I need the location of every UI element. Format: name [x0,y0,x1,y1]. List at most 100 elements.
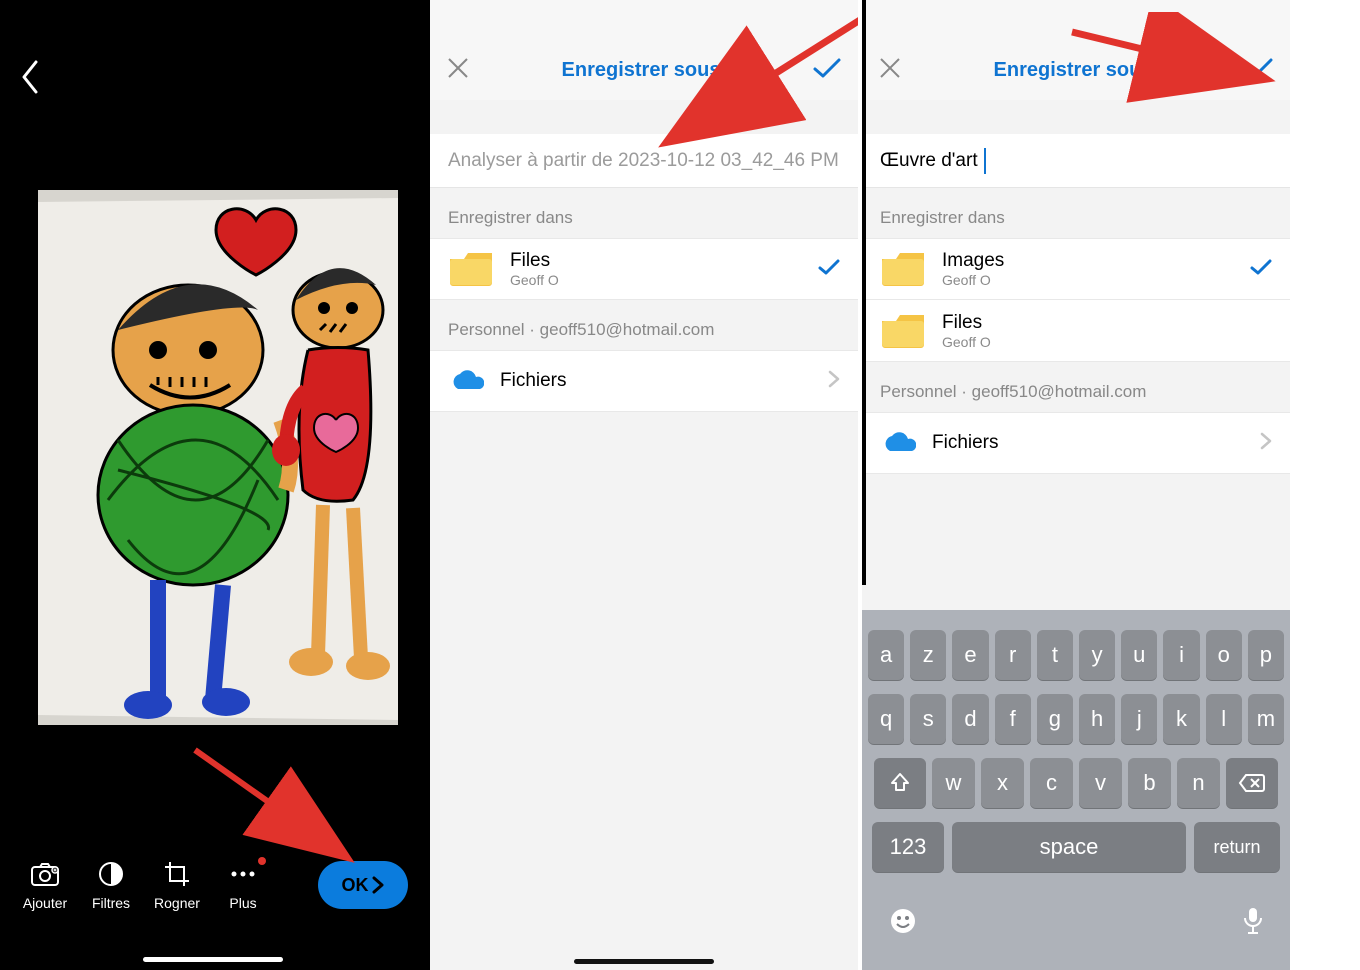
key-h[interactable]: h [1079,694,1115,744]
filename-value: Œuvre d'art [880,150,978,172]
filters-icon [96,859,126,889]
key-g[interactable]: g [1037,694,1073,744]
onedrive-icon [448,367,484,395]
chevron-right-icon [1260,432,1272,455]
save-as-panel-renamed: Enregistrer sous Œuvre d'art Enregistrer… [862,0,1294,970]
crop-button[interactable]: Rogner [150,859,204,911]
ok-label: OK [342,875,369,896]
add-button[interactable]: Ajouter [18,859,72,911]
chevron-left-icon [20,60,40,94]
confirm-button[interactable] [1244,57,1274,84]
microphone-icon [1242,906,1264,936]
key-shift[interactable] [874,758,926,808]
notification-dot-icon [258,857,266,865]
folder-owner: Geoff O [942,272,1004,288]
check-icon [818,258,840,281]
key-p[interactable]: p [1248,630,1284,680]
home-indicator [574,959,714,964]
folder-owner: Geoff O [942,334,991,350]
crop-label: Rogner [154,895,200,911]
home-indicator [143,957,283,962]
nav-bar: Enregistrer sous [430,0,858,100]
filename-input[interactable]: Analyser à partir de 2023-10-12 03_42_46… [430,134,858,188]
key-s[interactable]: s [910,694,946,744]
onedrive-root[interactable]: Fichiers [862,412,1290,474]
key-space[interactable]: space [952,822,1186,872]
shift-icon [889,772,911,794]
close-icon [446,56,470,80]
key-k[interactable]: k [1163,694,1199,744]
files-root-label: Fichiers [932,432,999,454]
key-r[interactable]: r [995,630,1031,680]
key-c[interactable]: c [1030,758,1073,808]
cancel-button[interactable] [446,56,470,85]
more-button[interactable]: Plus [216,859,270,911]
more-icon [228,859,258,889]
key-y[interactable]: y [1079,630,1115,680]
confirm-button[interactable] [812,57,842,84]
keyboard-row-1: azertyuiop [868,630,1284,680]
folder-files[interactable]: Files Geoff O [430,238,858,300]
key-z[interactable]: z [910,630,946,680]
key-n[interactable]: n [1177,758,1220,808]
scanned-image [38,190,398,725]
files-root-label: Fichiers [500,370,567,392]
keyboard-bottom-row [868,886,1284,945]
ok-button[interactable]: OK [318,861,408,909]
key-q[interactable]: q [868,694,904,744]
nav-title: Enregistrer sous [994,59,1153,82]
account-label: Personnel · geoff510@hotmail.com [862,362,1290,412]
save-in-label: Enregistrer dans [862,188,1290,238]
key-e[interactable]: e [952,630,988,680]
backspace-icon [1238,773,1266,793]
close-icon [878,56,902,80]
camera-plus-icon [30,859,60,889]
text-cursor-icon [984,148,986,174]
onedrive-root[interactable]: Fichiers [430,350,858,412]
key-u[interactable]: u [1121,630,1157,680]
folder-icon [880,311,926,351]
key-b[interactable]: b [1128,758,1171,808]
check-icon [1244,57,1274,79]
filename-value: Analyser à partir de 2023-10-12 03_42_46… [448,150,839,172]
key-return[interactable]: return [1194,822,1280,872]
chevron-right-icon [371,876,385,894]
key-m[interactable]: m [1248,694,1284,744]
filters-button[interactable]: Filtres [84,859,138,911]
crop-icon [162,859,192,889]
filename-input[interactable]: Œuvre d'art [862,134,1290,188]
save-in-label: Enregistrer dans [430,188,858,238]
key-123[interactable]: 123 [872,822,944,872]
key-x[interactable]: x [981,758,1024,808]
key-l[interactable]: l [1206,694,1242,744]
key-o[interactable]: o [1206,630,1242,680]
key-t[interactable]: t [1037,630,1073,680]
keyboard-row-2: qsdfghjklm [868,694,1284,744]
key-v[interactable]: v [1079,758,1122,808]
key-d[interactable]: d [952,694,988,744]
check-icon [812,57,842,79]
back-button[interactable] [20,60,40,99]
folder-icon [448,249,494,289]
key-i[interactable]: i [1163,630,1199,680]
key-j[interactable]: j [1121,694,1157,744]
key-w[interactable]: w [932,758,975,808]
account-label: Personnel · geoff510@hotmail.com [430,300,858,350]
folder-name: Images [942,250,1004,272]
key-a[interactable]: a [868,630,904,680]
emoji-button[interactable] [888,906,918,941]
folder-images[interactable]: Images Geoff O [862,238,1290,300]
key-f[interactable]: f [995,694,1031,744]
cancel-button[interactable] [878,56,902,85]
key-backspace[interactable] [1226,758,1278,808]
folder-name: Files [510,250,559,272]
folder-files[interactable]: Files Geoff O [862,300,1290,362]
chevron-right-icon [828,370,840,393]
nav-bar: Enregistrer sous [862,0,1290,100]
on-screen-keyboard: azertyuiop qsdfghjklm wxcvbn 123 space r… [862,610,1290,970]
folder-icon [880,249,926,289]
dictation-button[interactable] [1242,906,1264,941]
panel-divider [862,0,866,585]
save-as-panel-default: Enregistrer sous Analyser à partir de 20… [430,0,862,970]
check-icon [1250,258,1272,281]
